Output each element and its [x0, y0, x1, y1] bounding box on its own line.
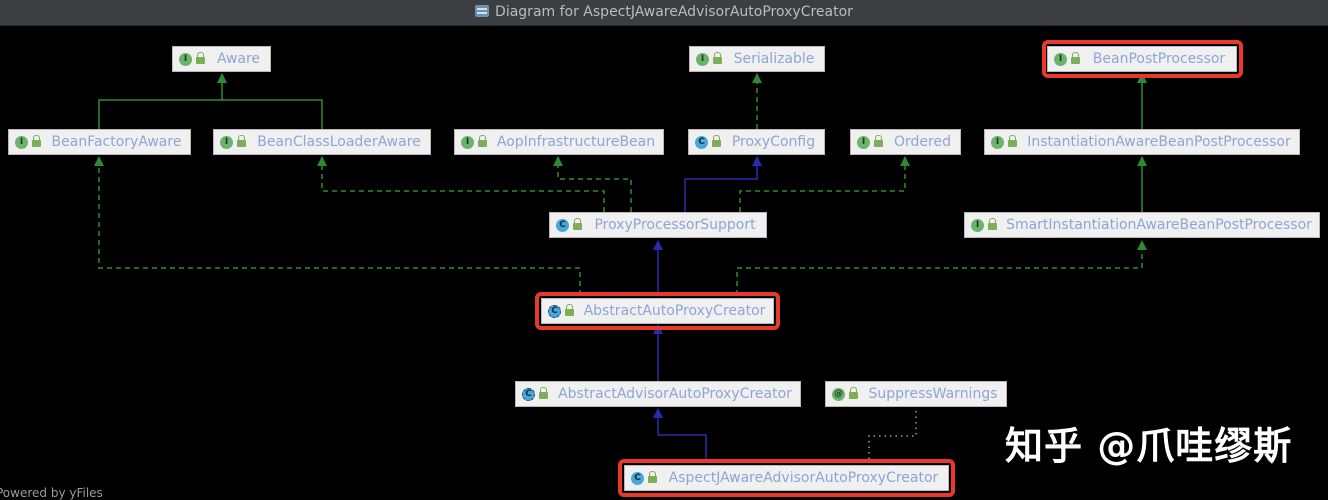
powered-by-footer: Powered by yFiles [0, 486, 103, 500]
lock-icon [874, 135, 883, 147]
node-serializable[interactable]: I Serializable [689, 46, 825, 72]
edge-pps-bcla [317, 156, 605, 212]
node-aopinfrastructurebean[interactable]: I AopInfrastructureBean [454, 129, 664, 155]
lock-icon [237, 135, 246, 147]
node-label: Aware [216, 51, 261, 67]
node-label: SuppressWarnings [868, 386, 998, 402]
edge-aapc-bfa [94, 156, 581, 295]
lock-icon [1008, 135, 1017, 147]
edge-pps-aop [553, 156, 632, 212]
interface-icon: I [857, 135, 870, 149]
node-ordered[interactable]: I Ordered [850, 129, 961, 155]
node-label: Serializable [733, 51, 815, 67]
abstract-class-icon: C [522, 387, 535, 401]
highlight-beanpostprocessor [1042, 40, 1243, 78]
node-label: SmartInstantiationAwareBeanPostProcessor [1006, 217, 1312, 233]
lock-icon [988, 218, 997, 230]
edge-pps-ordered [739, 156, 910, 212]
node-instantiationawarebeanpostprocessor[interactable]: I InstantiationAwareBeanPostProcessor [984, 129, 1300, 155]
watermark: 知乎 @爪哇缪斯 [1005, 424, 1293, 468]
node-label: AopInfrastructureBean [496, 134, 656, 150]
node-suppresswarnings[interactable]: @ SuppressWarnings [825, 381, 1007, 407]
node-abstractadvisorautoproxycreator[interactable]: C AbstractAdvisorAutoProxyCreator [515, 381, 801, 407]
annotation-icon: @ [832, 387, 845, 401]
diagram-icon [475, 5, 490, 17]
interface-icon: I [179, 52, 192, 66]
class-icon: C [556, 218, 569, 232]
node-label: InstantiationAwareBeanPostProcessor [1027, 134, 1291, 150]
node-beanclassloaderaware[interactable]: I BeanClassLoaderAware [213, 129, 431, 155]
interface-icon: I [696, 52, 709, 66]
highlight-abstractautoproxycreator [535, 292, 780, 330]
node-beanfactoryaware[interactable]: I BeanFactoryAware [8, 129, 191, 155]
node-label: ProxyConfig [731, 134, 816, 150]
interface-icon: I [220, 135, 233, 149]
highlight-aspectjawareadvisorautoproxycreator [618, 459, 955, 497]
node-label: Ordered [894, 134, 951, 150]
lock-icon [478, 135, 487, 147]
window-titlebar: Diagram for AspectJAwareAdvisorAutoProxy… [0, 0, 1328, 26]
lock-icon [573, 218, 582, 230]
node-smartinstantiationawarebeanpostprocessor[interactable]: I SmartInstantiationAwareBeanPostProcess… [964, 212, 1320, 238]
node-label: BeanFactoryAware [51, 134, 182, 150]
edge-suppresswarnings-ajaapc [868, 411, 917, 459]
edge-aapc-siabpp [736, 240, 1147, 295]
edge-beanclassloaderaware-aware [222, 99, 323, 129]
lock-icon [712, 135, 721, 147]
lock-icon [32, 135, 41, 147]
node-proxyprocessorsupport[interactable]: C ProxyProcessorSupport [549, 212, 767, 238]
interface-icon: I [971, 218, 984, 232]
node-aware[interactable]: I Aware [172, 46, 271, 72]
node-proxyconfig[interactable]: C ProxyConfig [688, 129, 825, 155]
window-title: Diagram for AspectJAwareAdvisorAutoProxy… [495, 4, 853, 20]
class-icon: C [695, 135, 708, 149]
lock-icon [196, 52, 205, 64]
node-label: ProxyProcessorSupport [594, 217, 756, 233]
node-label: AbstractAdvisorAutoProxyCreator [558, 386, 792, 402]
lock-icon [849, 387, 858, 399]
edge-pps-proxyconfig [684, 156, 762, 212]
node-label: BeanClassLoaderAware [257, 134, 421, 150]
lock-icon [713, 52, 722, 64]
edge-beanfactoryaware-aware [98, 73, 227, 129]
lock-icon [539, 387, 548, 399]
interface-icon: I [461, 135, 474, 149]
diagram-canvas[interactable]: I Aware I Serializable I BeanPostProcess… [0, 25, 1328, 500]
edge-ajaapc-aaapc [653, 408, 707, 463]
interface-icon: I [15, 135, 28, 149]
interface-icon: I [991, 135, 1004, 149]
